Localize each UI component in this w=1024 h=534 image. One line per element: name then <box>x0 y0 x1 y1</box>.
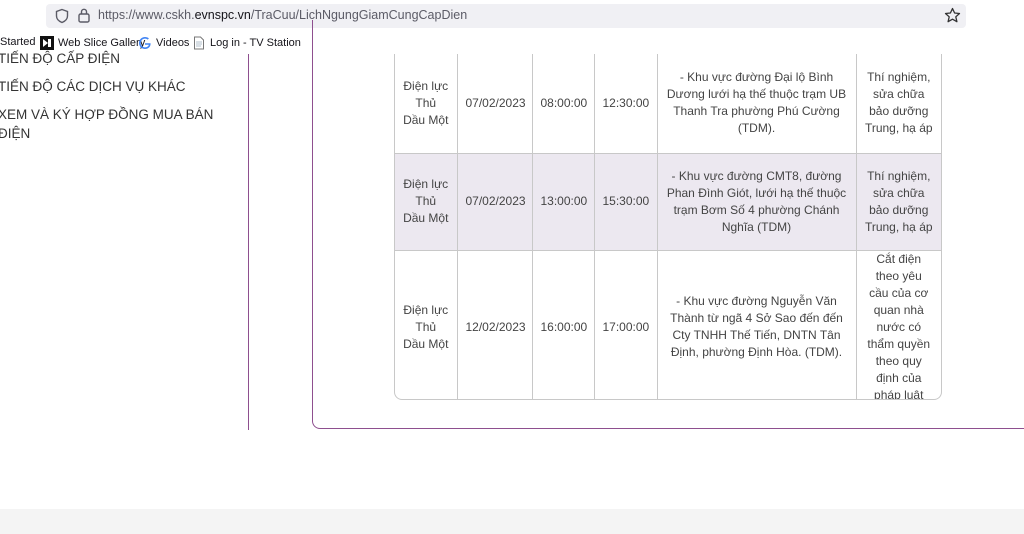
cell-date: 12/02/2023 <box>457 250 533 399</box>
cell-reason: Thí nghiệm, sửa chữa bảo dưỡng Trung, hạ… <box>856 153 941 251</box>
outage-schedule-table: Điện lực Thủ Dầu Một 07/02/2023 08:00:00… <box>394 54 942 400</box>
bookmark-started[interactable]: Started <box>0 36 35 48</box>
bookmark-web-slice-gallery[interactable]: Web Slice Gallery <box>40 36 145 50</box>
cell-unit: Điện lực Thủ Dầu Một <box>395 153 458 251</box>
cell-reason: Thí nghiệm, sửa chữa bảo dưỡng Trung, hạ… <box>856 54 941 154</box>
url-prefix: https://www.cskh. <box>98 8 195 22</box>
bookmark-label: Log in - TV Station <box>210 37 301 49</box>
web-slice-icon <box>40 36 54 50</box>
shield-icon[interactable] <box>54 8 70 24</box>
table-row: Điện lực Thủ Dầu Một 07/02/2023 13:00:00… <box>395 153 941 251</box>
cell-end-time: 12:30:00 <box>594 54 658 154</box>
cell-area: - Khu vực đường Nguyễn Văn Thành từ ngã … <box>657 250 857 399</box>
lock-icon[interactable] <box>77 7 91 23</box>
menu-item-xem-ky-hop-dong-cont[interactable]: ĐIỆN <box>0 124 30 143</box>
cell-start-time: 08:00:00 <box>532 54 595 154</box>
cell-start-time: 13:00:00 <box>532 153 595 251</box>
bookmark-label: Videos <box>156 37 190 49</box>
sidebar-divider <box>248 54 249 430</box>
cell-reason: Cắt điện theo yêu cầu của cơ quan nhà nư… <box>867 251 931 400</box>
page-icon <box>194 36 204 50</box>
cell-date: 07/02/2023 <box>457 54 533 154</box>
cell-start-time: 16:00:00 <box>532 250 595 399</box>
cell-date: 07/02/2023 <box>457 153 533 251</box>
table-row: Điện lực Thủ Dầu Một 12/02/2023 16:00:00… <box>395 250 941 400</box>
table-row: Điện lực Thủ Dầu Một 07/02/2023 08:00:00… <box>395 54 941 154</box>
bookmark-videos[interactable]: Videos <box>138 36 189 50</box>
cell-end-time: 17:00:00 <box>594 250 658 399</box>
menu-item-tien-do-cap-dien[interactable]: TIẾN ĐỘ CẤP ĐIỆN <box>0 49 120 68</box>
cell-unit: Điện lực Thủ Dầu Một <box>395 250 458 399</box>
bookmark-log-in-tv-station[interactable]: Log in - TV Station <box>192 36 301 50</box>
page-footer <box>0 509 1024 534</box>
cell-unit: Điện lực Thủ Dầu Một <box>395 54 458 154</box>
cell-area: - Khu vực đường Đại lộ Bình Dương lưới h… <box>657 54 857 154</box>
cell-end-time: 15:30:00 <box>594 153 658 251</box>
bookmark-label: Started <box>0 36 36 48</box>
bookmark-label: Web Slice Gallery <box>58 37 146 49</box>
cell-area: - Khu vực đường CMT8, đường Phan Đình Gi… <box>657 153 857 251</box>
menu-item-xem-ky-hop-dong[interactable]: XEM VÀ KÝ HỢP ĐỒNG MUA BÁN <box>0 105 213 124</box>
menu-item-tien-do-dich-vu-khac[interactable]: TIẾN ĐỘ CÁC DỊCH VỤ KHÁC <box>0 77 186 96</box>
google-icon <box>139 37 151 49</box>
url-host: evnspc.vn <box>194 8 251 22</box>
